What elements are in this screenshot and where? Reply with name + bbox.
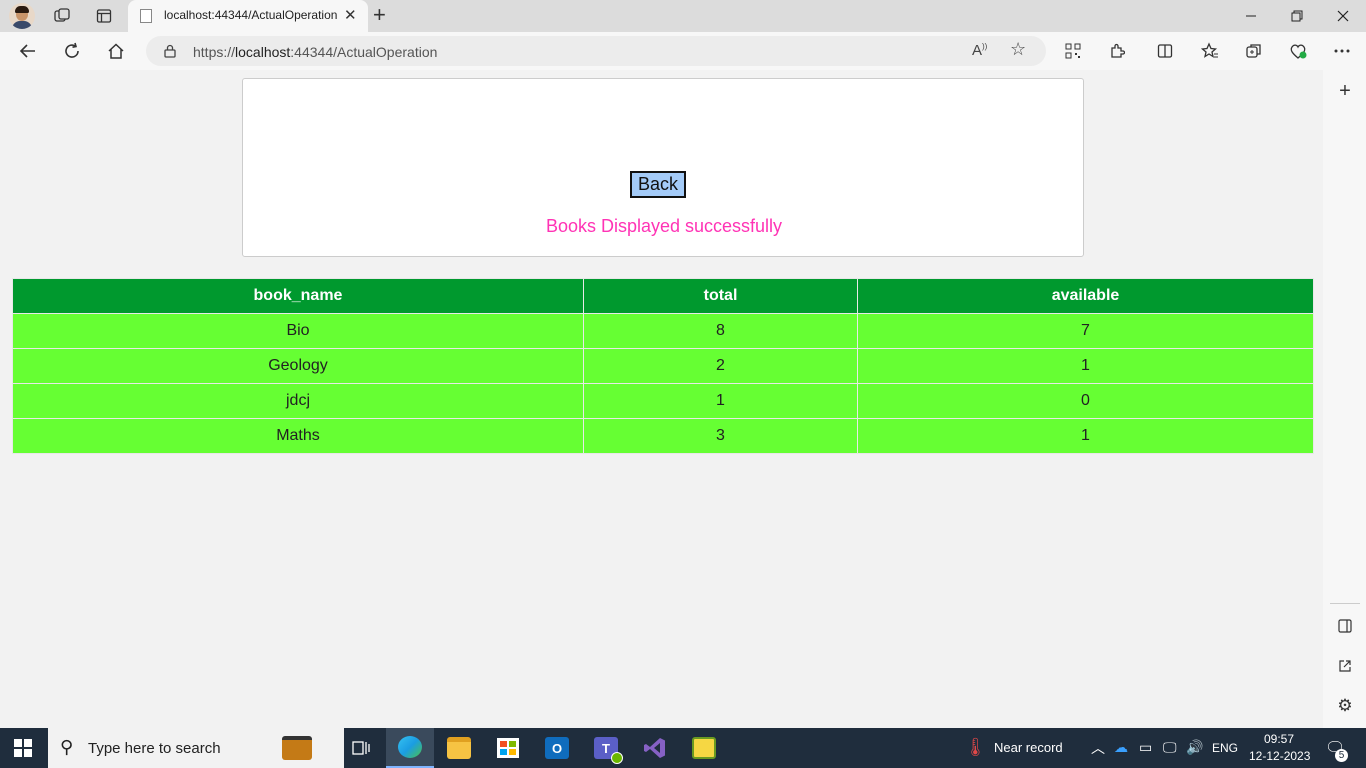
cell-available: 0 — [857, 383, 1314, 419]
edge-sidebar: + ⚙ — [1323, 70, 1366, 728]
file-explorer-icon[interactable] — [435, 728, 483, 768]
cell-available: 1 — [857, 348, 1314, 384]
tab-actions-icon[interactable] — [92, 4, 116, 28]
hide-sidebar-icon[interactable] — [1335, 616, 1355, 636]
cell-available: 7 — [857, 313, 1314, 349]
column-header-available: available — [857, 278, 1314, 314]
cell-book-name: Maths — [12, 418, 584, 454]
task-view-icon[interactable] — [337, 728, 385, 768]
network-icon[interactable]: 🖵 — [1163, 739, 1177, 756]
clock-time[interactable]: 09:57 — [1264, 732, 1294, 746]
start-button[interactable] — [14, 739, 32, 757]
table-row: jdcj 1 0 — [12, 383, 1314, 419]
microsoft-store-icon[interactable] — [484, 728, 532, 768]
cell-book-name: Bio — [12, 313, 584, 349]
favorite-star-icon[interactable]: ☆ — [1010, 39, 1026, 60]
back-button[interactable]: Back — [630, 171, 686, 198]
page-content: Back Books Displayed successfully book_n… — [4, 70, 1322, 725]
language-indicator[interactable]: ENG — [1212, 741, 1238, 755]
back-arrow-icon[interactable] — [16, 39, 40, 63]
table-row: Bio 8 7 — [12, 313, 1314, 349]
table-header-row: book_name total available — [12, 278, 1314, 314]
close-window-button[interactable] — [1320, 0, 1366, 32]
page-icon — [140, 9, 152, 23]
cell-book-name: Geology — [12, 348, 584, 384]
edge-app-icon[interactable] — [386, 728, 434, 768]
navigation-bar: https://localhost:44344/ActualOperation … — [0, 32, 1366, 70]
workspaces-icon[interactable] — [50, 4, 74, 28]
read-aloud-icon[interactable]: A)) — [972, 42, 987, 59]
settings-gear-icon[interactable]: ⚙ — [1335, 696, 1355, 716]
browser-essentials-icon[interactable] — [1286, 39, 1310, 63]
add-sidebar-app-icon[interactable]: + — [1335, 80, 1355, 102]
more-options-icon[interactable] — [1330, 39, 1354, 63]
windows-taskbar: ⚲ Type here to search O T 🌡 Near record … — [0, 728, 1366, 768]
cell-available: 1 — [857, 418, 1314, 454]
cell-total: 2 — [583, 348, 858, 384]
close-tab-icon[interactable]: ✕ — [344, 6, 357, 24]
show-hidden-icons-icon[interactable]: ︿ — [1091, 738, 1105, 758]
collections-icon[interactable] — [1242, 39, 1266, 63]
books-table: book_name total available Bio 8 7 Geolog… — [12, 278, 1314, 454]
tab-title: localhost:44344/ActualOperation — [164, 8, 338, 22]
address-bar[interactable]: https://localhost:44344/ActualOperation … — [146, 36, 1046, 66]
search-icon: ⚲ — [60, 737, 74, 757]
favorites-icon[interactable] — [1198, 39, 1222, 63]
outlook-icon[interactable]: O — [533, 728, 581, 768]
clock-date[interactable]: 12-12-2023 — [1249, 749, 1310, 763]
title-bar: localhost:44344/ActualOperation ✕ + — [0, 0, 1366, 32]
cell-total: 1 — [583, 383, 858, 419]
lock-icon — [164, 44, 176, 58]
briefcase-icon — [282, 736, 312, 760]
restore-button[interactable] — [1274, 0, 1320, 32]
search-placeholder: Type here to search — [88, 740, 221, 757]
status-message: Books Displayed successfully — [545, 216, 783, 236]
home-icon[interactable] — [104, 39, 128, 63]
refresh-icon[interactable] — [60, 39, 84, 63]
qr-code-icon[interactable] — [1061, 39, 1085, 63]
column-header-book-name: book_name — [12, 278, 584, 314]
cell-total: 8 — [583, 313, 858, 349]
notification-count-badge: 5 — [1335, 749, 1348, 762]
teams-icon[interactable]: T — [582, 728, 630, 768]
cell-total: 3 — [583, 418, 858, 454]
status-card: Back Books Displayed successfully — [242, 78, 1084, 257]
new-tab-button[interactable]: + — [373, 3, 386, 27]
weather-thermometer-icon[interactable]: 🌡 — [964, 737, 987, 758]
minimize-button[interactable] — [1228, 0, 1274, 32]
url-text: https://localhost:44344/ActualOperation — [193, 44, 438, 60]
open-external-icon[interactable] — [1335, 656, 1355, 676]
extensions-icon[interactable] — [1105, 39, 1129, 63]
taskbar-search[interactable]: ⚲ Type here to search — [48, 728, 344, 768]
onedrive-cloud-icon[interactable]: ☁ — [1114, 739, 1128, 756]
column-header-total: total — [583, 278, 858, 314]
cell-book-name: jdcj — [12, 383, 584, 419]
tab-actual-operation[interactable]: localhost:44344/ActualOperation ✕ — [128, 0, 368, 32]
weather-text[interactable]: Near record — [994, 740, 1063, 755]
volume-icon[interactable]: 🔊 — [1186, 739, 1203, 756]
profile-avatar[interactable] — [9, 3, 35, 29]
split-screen-icon[interactable] — [1153, 39, 1177, 63]
table-row: Maths 3 1 — [12, 418, 1314, 454]
table-row: Geology 2 1 — [12, 348, 1314, 384]
visual-studio-icon[interactable] — [631, 728, 679, 768]
battery-icon[interactable]: ▭ — [1139, 739, 1152, 756]
notes-app-icon[interactable] — [680, 728, 728, 768]
